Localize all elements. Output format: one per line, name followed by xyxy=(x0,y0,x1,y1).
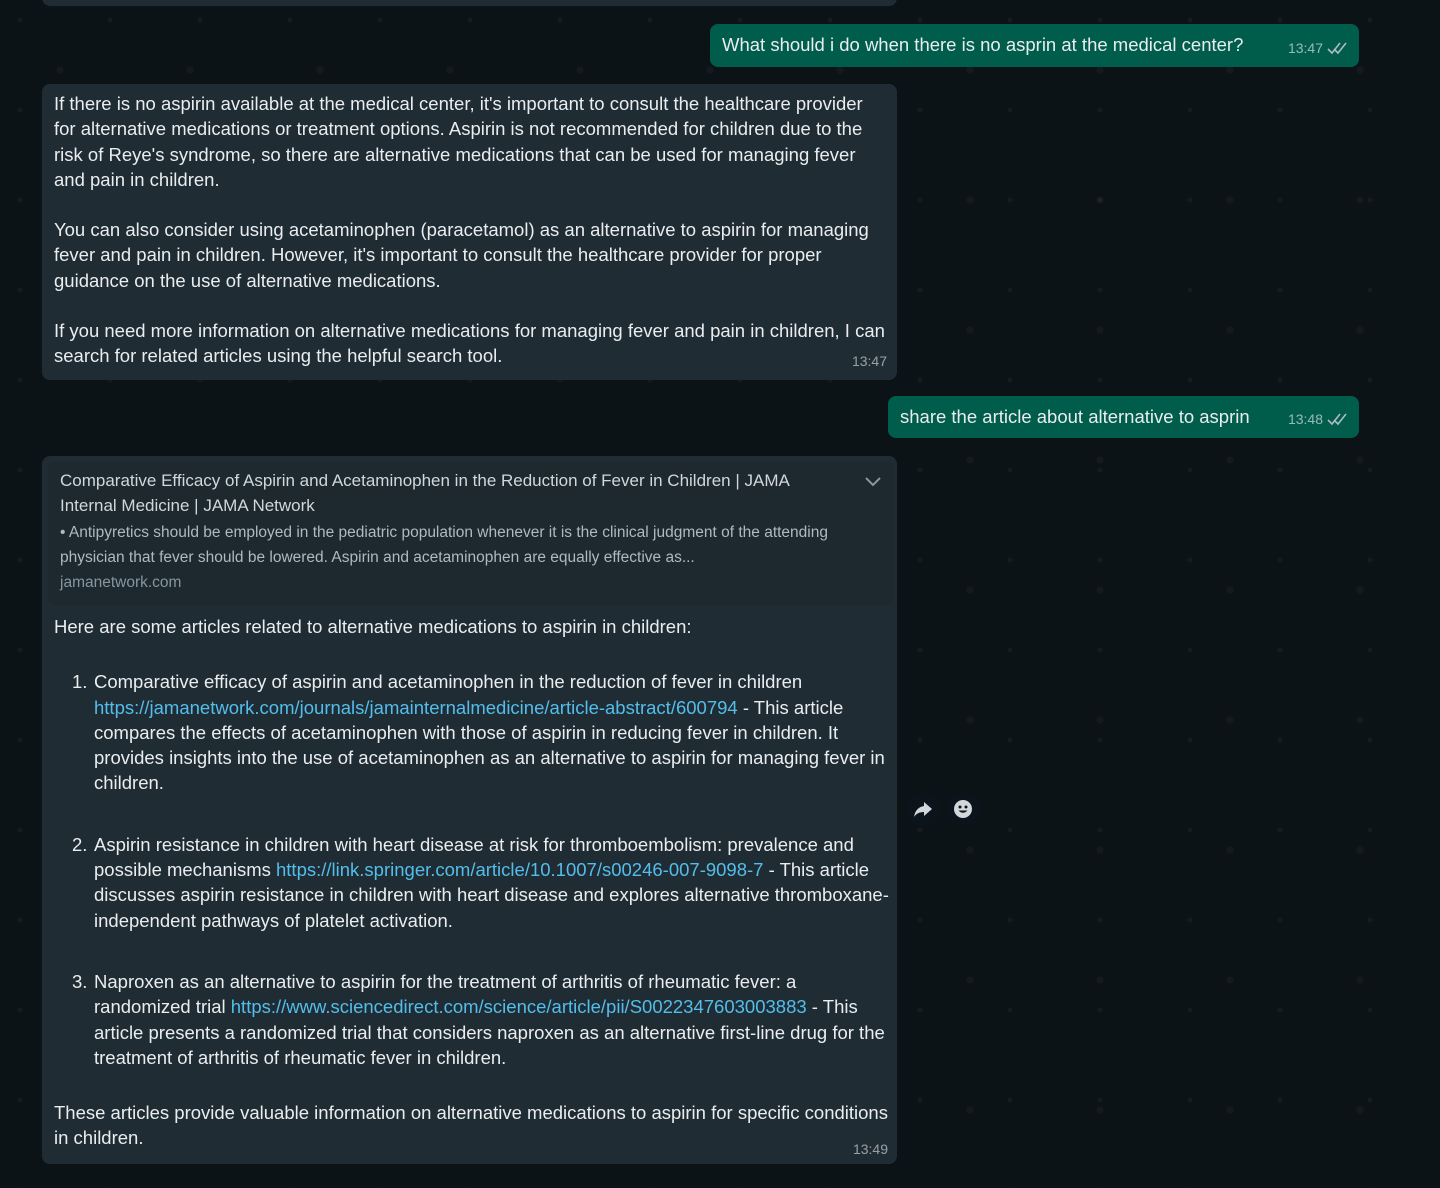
message-text: What should i do when there is no asprin… xyxy=(722,34,1244,55)
list-number: 1. xyxy=(72,671,88,693)
article-list: 1. Comparative efficacy of aspirin and a… xyxy=(54,669,890,1070)
link-preview-domain: jamanetwork.com xyxy=(60,574,182,591)
message-text: share the article about alternative to a… xyxy=(900,406,1250,427)
message-meta: 13:49 xyxy=(853,1141,888,1157)
forward-icon xyxy=(914,802,932,817)
article-title: Comparative efficacy of aspirin and acet… xyxy=(94,671,803,693)
message-time: 13:48 xyxy=(1287,410,1323,427)
message-paragraph: You can also consider using acetaminophe… xyxy=(54,219,869,291)
message-time: 13:49 xyxy=(852,1141,888,1157)
double-check-icon xyxy=(1327,42,1347,55)
message-meta: 13:48 xyxy=(1288,407,1349,432)
message-time: 13:47 xyxy=(1287,39,1323,56)
link-preview-card[interactable]: Comparative Efficacy of Aspirin and Acet… xyxy=(48,462,894,605)
list-number: 3. xyxy=(72,970,88,992)
message-paragraph: If there is no aspirin available at the … xyxy=(54,93,863,190)
list-item: 1. Comparative efficacy of aspirin and a… xyxy=(54,669,890,795)
outgoing-message[interactable]: share the article about alternative to a… xyxy=(888,396,1359,438)
list-number: 2. xyxy=(72,833,88,855)
double-check-icon xyxy=(1327,413,1347,426)
article-link[interactable]: https://www.sciencedirect.com/science/ar… xyxy=(231,996,807,1017)
chevron-down-icon[interactable] xyxy=(862,470,884,492)
article-link[interactable]: https://jamanetwork.com/journals/jamaint… xyxy=(94,697,738,718)
message-meta: 13:47 xyxy=(852,349,887,374)
article-link[interactable]: https://link.springer.com/article/10.100… xyxy=(276,859,763,880)
message-intro: Here are some articles related to altern… xyxy=(54,616,692,637)
message-meta: 13:47 xyxy=(1288,36,1349,61)
message-body: Here are some articles related to altern… xyxy=(54,614,890,1151)
message-outro: These articles provide valuable informat… xyxy=(54,1102,888,1149)
emoji-reaction-icon xyxy=(954,800,972,818)
forward-button[interactable] xyxy=(906,792,940,826)
message-time: 13:47 xyxy=(851,352,887,369)
link-preview-title: Comparative Efficacy of Aspirin and Acet… xyxy=(60,471,789,515)
outgoing-message[interactable]: What should i do when there is no asprin… xyxy=(710,24,1359,67)
link-preview-description: • Antipyretics should be employed in the… xyxy=(60,524,828,566)
previous-message-bubble[interactable] xyxy=(42,0,897,6)
list-item: 2. Aspirin resistance in children with h… xyxy=(54,832,890,933)
emoji-reaction-button[interactable] xyxy=(946,792,980,826)
incoming-message[interactable]: If there is no aspirin available at the … xyxy=(42,84,897,380)
message-paragraph: If you need more information on alternat… xyxy=(54,320,885,367)
list-item: 3. Naproxen as an alternative to aspirin… xyxy=(54,969,890,1070)
